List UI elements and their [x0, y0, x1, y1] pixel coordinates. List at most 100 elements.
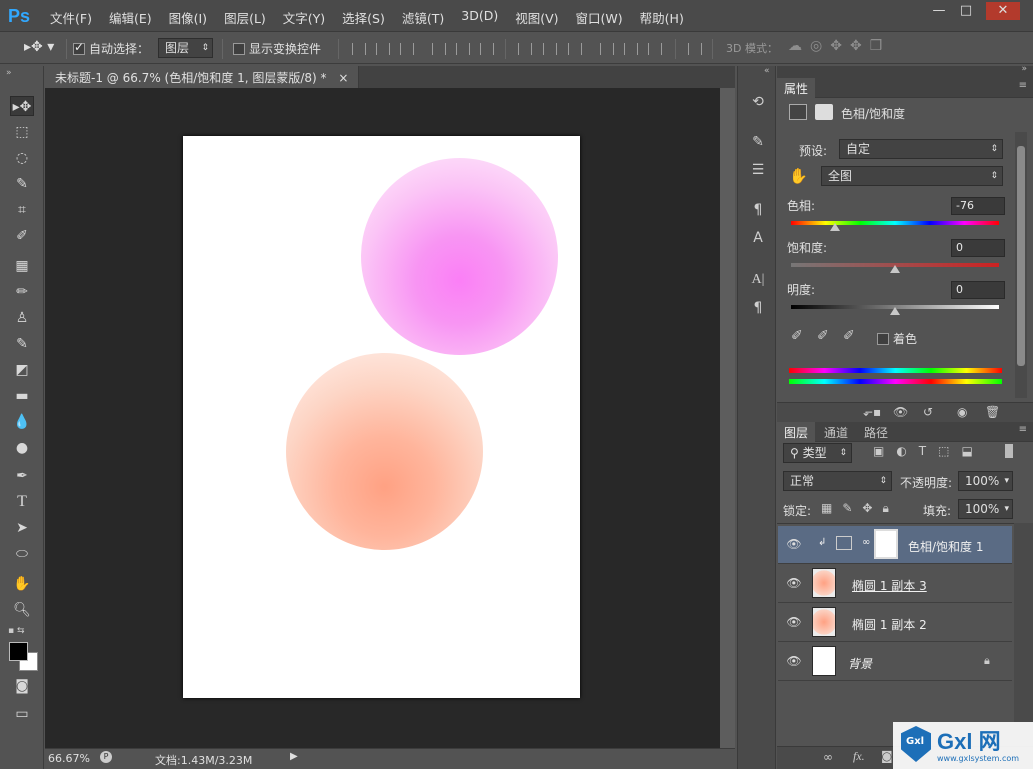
- eraser-tool-icon[interactable]: ◩: [10, 360, 34, 380]
- menu-filter[interactable]: 滤镜(T): [402, 8, 444, 27]
- auto-select-checkbox[interactable]: [73, 40, 85, 55]
- auto-align-icon[interactable]: [688, 43, 702, 55]
- collapse-arrows-icon[interactable]: «: [764, 66, 770, 76]
- layer-row[interactable]: 👁︎ 椭圆 1 副本 2: [778, 604, 1012, 642]
- maximize-button[interactable]: □: [952, 2, 980, 20]
- layer-mask-icon[interactable]: [815, 104, 833, 120]
- gradient-tool-icon[interactable]: ▬: [10, 386, 34, 406]
- type-tool-icon[interactable]: T: [10, 492, 34, 512]
- filter-toggle-icon[interactable]: [1005, 444, 1013, 458]
- menu-view[interactable]: 视图(V): [515, 8, 558, 27]
- brush-tool-icon[interactable]: ✏: [10, 282, 34, 302]
- minimize-button[interactable]: —: [925, 2, 953, 20]
- lock-icons[interactable]: ▦✎✥🔒︎: [821, 501, 899, 516]
- blend-mode-dropdown[interactable]: 正常 ⇕: [783, 471, 892, 491]
- history-brush-tool-icon[interactable]: ✎: [10, 334, 34, 354]
- pink-circle-shape[interactable]: [361, 158, 558, 355]
- auto-select-target-dropdown[interactable]: 图层 ⇕: [158, 38, 213, 58]
- layer-filter-icons[interactable]: ▣◐T⬚⬓: [873, 444, 985, 458]
- paragraph-panel-icon[interactable]: ¶: [748, 298, 768, 318]
- character-styles-icon[interactable]: A: [748, 228, 768, 248]
- saturation-slider-thumb[interactable]: [890, 265, 900, 273]
- path-select-tool-icon[interactable]: ➤: [10, 518, 34, 538]
- view-previous-icon[interactable]: 👁︎: [893, 405, 908, 419]
- lasso-tool-icon[interactable]: ◌: [10, 148, 34, 168]
- menu-file[interactable]: 文件(F): [50, 8, 92, 27]
- marquee-tool-icon[interactable]: ⬚: [10, 122, 34, 142]
- tab-layers[interactable]: 图层: [777, 422, 816, 442]
- brush-presets-icon[interactable]: ☰: [748, 160, 768, 180]
- menu-type[interactable]: 文字(Y): [283, 8, 325, 27]
- align-top-icon[interactable]: [352, 43, 366, 55]
- eyedropper-plus-icon[interactable]: ✐: [817, 328, 829, 344]
- move-tool-preset-icon[interactable]: ▸✥ ▾: [24, 39, 54, 55]
- dodge-tool-icon[interactable]: ●: [10, 438, 34, 458]
- add-mask-icon[interactable]: ◙: [881, 749, 893, 763]
- saturation-input[interactable]: 0: [951, 239, 1005, 257]
- align-vcenter-icon[interactable]: [376, 43, 390, 55]
- close-window-button[interactable]: ✕: [986, 2, 1020, 20]
- show-transform-checkbox[interactable]: [233, 43, 245, 55]
- preset-dropdown[interactable]: 自定 ⇕: [839, 139, 1003, 159]
- info-icon[interactable]: P: [100, 751, 112, 763]
- hue-slider-track[interactable]: [791, 221, 999, 225]
- 3d-mode-icons[interactable]: ☁◎✥✥❒: [788, 38, 890, 54]
- auto-select-option[interactable]: 自动选择：: [73, 40, 149, 57]
- screen-mode-icon[interactable]: ▭: [10, 704, 34, 724]
- paragraph-styles-icon[interactable]: ¶: [748, 200, 768, 220]
- align-left-icon[interactable]: [432, 43, 446, 55]
- quick-select-tool-icon[interactable]: ✎: [10, 174, 34, 194]
- distribute-bottom-icon[interactable]: [568, 43, 582, 55]
- healing-brush-tool-icon[interactable]: ▦: [10, 256, 34, 276]
- default-colors-icon[interactable]: ▪ ⇆: [8, 626, 25, 636]
- layer-row[interactable]: 👁︎ 背景 🔒︎: [778, 643, 1012, 681]
- zoom-tool-icon[interactable]: 🔍︎: [10, 600, 34, 620]
- tab-properties[interactable]: 属性: [777, 78, 816, 98]
- eyedropper-minus-icon[interactable]: ✐: [843, 328, 855, 344]
- hue-input[interactable]: -76: [951, 197, 1005, 215]
- layer-row[interactable]: 👁︎ ↲ ∞ 色相/饱和度 1: [778, 526, 1012, 564]
- lightness-input[interactable]: 0: [951, 281, 1005, 299]
- menu-window[interactable]: 窗口(W): [576, 8, 623, 27]
- show-transform-option[interactable]: 显示变换控件: [233, 40, 321, 57]
- fx-icon[interactable]: fx.: [853, 749, 865, 764]
- move-tool-icon[interactable]: ▸✥: [10, 96, 34, 116]
- layer-name[interactable]: 色相/饱和度 1: [908, 538, 984, 555]
- distribute-left-icon[interactable]: [600, 43, 614, 55]
- hue-slider-thumb[interactable]: [830, 223, 840, 231]
- zoom-level[interactable]: 66.67%: [48, 752, 90, 765]
- reset-icon[interactable]: ↺: [923, 405, 933, 419]
- layer-name[interactable]: 背景: [848, 655, 872, 672]
- opacity-input[interactable]: 100% ▾: [958, 471, 1013, 491]
- link-layers-icon[interactable]: ∞: [823, 750, 833, 764]
- targeted-adjustment-hand-icon[interactable]: ✋: [789, 167, 808, 185]
- align-right-icon[interactable]: [480, 43, 494, 55]
- scrollbar-thumb[interactable]: [1017, 146, 1025, 366]
- distribute-vcenter-icon[interactable]: [543, 43, 557, 55]
- layer-thumbnail[interactable]: [812, 646, 836, 676]
- close-tab-icon[interactable]: ×: [338, 71, 348, 85]
- properties-scrollbar[interactable]: [1015, 132, 1027, 398]
- fill-input[interactable]: 100% ▾: [958, 499, 1013, 519]
- distribute-right-icon[interactable]: [648, 43, 662, 55]
- mask-thumbnail[interactable]: [874, 529, 898, 559]
- orange-circle-shape[interactable]: [286, 353, 483, 550]
- clone-stamp-tool-icon[interactable]: ♙: [10, 308, 34, 328]
- crop-tool-icon[interactable]: ⌗: [10, 200, 34, 220]
- panel-menu-icon[interactable]: ≡: [1019, 424, 1027, 435]
- menu-edit[interactable]: 编辑(E): [109, 8, 152, 27]
- blur-tool-icon[interactable]: 💧: [10, 412, 34, 432]
- colorize-checkbox[interactable]: [877, 333, 889, 345]
- foreground-color-swatch[interactable]: [9, 642, 28, 661]
- menu-layer[interactable]: 图层(L): [224, 8, 266, 27]
- layer-thumbnail[interactable]: [812, 568, 836, 598]
- layer-row[interactable]: 👁︎ 椭圆 1 副本 3: [778, 565, 1012, 603]
- channel-dropdown[interactable]: 全图 ⇕: [821, 166, 1003, 186]
- pen-tool-icon[interactable]: ✒: [10, 466, 34, 486]
- panel-menu-icon[interactable]: ≡: [1019, 80, 1027, 91]
- menu-image[interactable]: 图像(I): [169, 8, 207, 27]
- clip-to-layer-icon[interactable]: ⬐▪: [863, 405, 881, 419]
- tab-channels[interactable]: 通道: [817, 422, 855, 442]
- document-tab[interactable]: 未标题-1 @ 66.7% (色相/饱和度 1, 图层蒙版/8) * ×: [45, 66, 360, 88]
- align-bottom-icon[interactable]: [400, 43, 414, 55]
